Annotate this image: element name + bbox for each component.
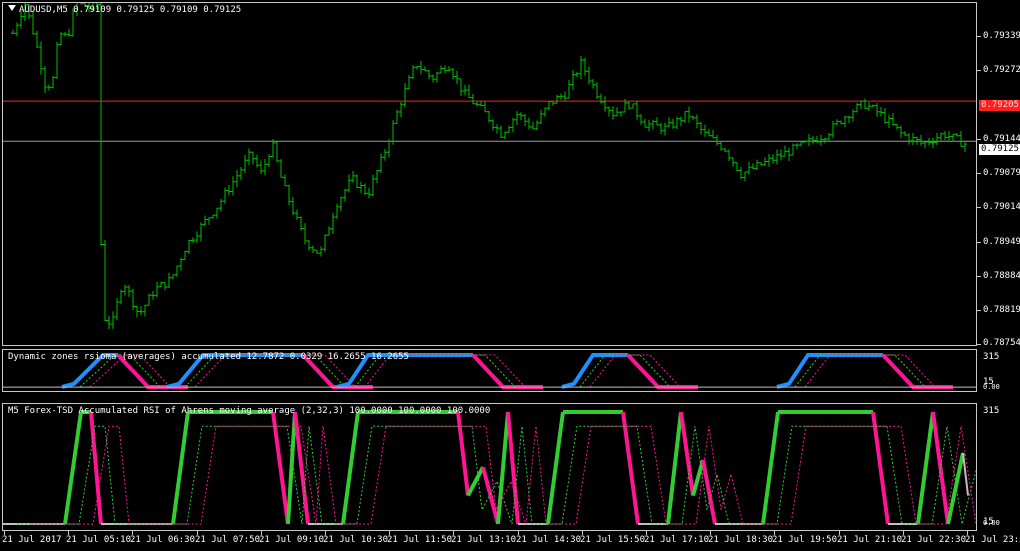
rsi-segment	[496, 411, 510, 525]
rsi-segment	[271, 411, 290, 525]
rsi-segment	[466, 466, 485, 497]
time-label: 21 Jul 17:10	[644, 535, 710, 545]
price-tick	[977, 139, 981, 140]
rsi-segment	[171, 411, 190, 525]
rsi-lines	[3, 410, 976, 525]
time-label: 21 Jul 11:50	[387, 535, 453, 545]
indicator1-axis-label: 315	[983, 352, 1000, 362]
price-label: 0.79014	[983, 202, 1020, 212]
up-zone-line	[561, 353, 628, 389]
time-label: 21 Jul 09:10	[259, 535, 325, 545]
price-tick	[977, 310, 981, 311]
indicator-title: M5 Forex-TSD Accumulated RSI of Ahrens m…	[8, 406, 491, 416]
ask-price-tag: 0.79205	[979, 100, 1020, 111]
rsi-segment	[871, 411, 890, 525]
bid-price-tag: 0.79125	[979, 144, 1020, 155]
price-label: 0.78949	[983, 237, 1020, 247]
indicator2-axis-label: 315	[983, 406, 1000, 416]
rsi-segment	[691, 459, 705, 497]
rsi-segment	[481, 466, 500, 525]
time-label: 21 Jul 15:50	[580, 535, 646, 545]
price-tick	[977, 344, 981, 345]
price-tick	[977, 276, 981, 277]
price-tick	[977, 207, 981, 208]
time-label: 21 Jul 14:30	[516, 535, 582, 545]
price-label: 0.78754	[983, 338, 1020, 348]
indicator-title: Dynamic zones rsioma (averages) accumula…	[8, 352, 409, 362]
time-label: 21 Jul 07:50	[195, 535, 261, 545]
time-label: 21 Jul 21:10	[837, 535, 903, 545]
time-label: 21 Jul 22:30	[901, 535, 967, 545]
price-axis[interactable]: 0.79339 0.79272 0.79144 0.79079 0.79014 …	[977, 2, 1020, 348]
time-label: 21 Jul 06:30	[130, 535, 196, 545]
rsi-segment	[546, 411, 565, 525]
rsi-segment	[506, 411, 520, 525]
price-bars-svg	[3, 3, 976, 330]
price-label: 0.79339	[983, 31, 1020, 41]
symbol-title: AUDUSD,M5 0.79109 0.79125 0.79109 0.7912…	[8, 5, 241, 15]
indicator1-axis: 315 15 0.00	[977, 349, 1020, 392]
price-tick	[977, 242, 981, 243]
signal-line	[804, 354, 936, 388]
price-chart-pane[interactable]: AUDUSD,M5 0.79109 0.79125 0.79109 0.7912…	[2, 2, 977, 346]
price-bars	[11, 3, 967, 330]
accumulated-rsi-svg	[3, 410, 976, 525]
rsi-segment	[666, 411, 683, 525]
price-tick	[977, 36, 981, 37]
price-label: 0.78819	[983, 305, 1020, 315]
indicator2-axis-label: 0.00	[983, 519, 1000, 527]
time-axis[interactable]: 21 Jul 2017 21 Jul 05:10 21 Jul 06:30 21 Ju…	[0, 531, 1020, 551]
rsi-signal-line	[17, 425, 976, 525]
rsi-segment	[701, 459, 717, 525]
indicator-pane-dynamic-zones[interactable]: Dynamic zones rsioma (averages) accumula…	[2, 349, 977, 392]
down-zone-line	[881, 353, 953, 389]
up-zone-line	[776, 353, 883, 389]
time-label: 21 Jul 05:10	[66, 535, 132, 545]
rsi-segment	[621, 411, 640, 525]
down-zone-line	[471, 353, 543, 389]
rsi-segment	[456, 411, 470, 496]
time-label: 21 Jul 10:30	[323, 535, 389, 545]
rsi-segment	[962, 452, 969, 496]
rsi-segment	[341, 411, 360, 525]
signal-line	[794, 354, 926, 388]
chart-menu-icon[interactable]	[8, 5, 16, 11]
rsi-segment	[89, 411, 103, 525]
time-label: 21 Jul 19:50	[772, 535, 838, 545]
price-label: 0.79079	[983, 168, 1020, 178]
time-label: 21 Jul 13:10	[451, 535, 517, 545]
down-zone-line	[626, 353, 698, 389]
price-tick	[977, 70, 981, 71]
rsi-segment	[286, 411, 297, 525]
indicator1-axis-label: 0.00	[983, 383, 1000, 391]
time-label: 21 Jul 23:50	[965, 535, 1020, 545]
rsi-segment	[761, 411, 780, 525]
price-label: 0.78884	[983, 271, 1020, 281]
price-tick	[977, 173, 981, 174]
time-label: 21 Jul 18:30	[708, 535, 774, 545]
rsi-segment	[916, 411, 935, 525]
rsi-segment	[63, 411, 83, 525]
indicator2-axis: 315 15 0.00	[977, 403, 1020, 531]
time-label: 21 Jul 2017	[2, 535, 62, 545]
indicator-pane-accumulated-rsi[interactable]: M5 Forex-TSD Accumulated RSI of Ahrens m…	[2, 403, 977, 531]
price-label: 0.79272	[983, 65, 1020, 75]
price-label: 0.79144	[983, 134, 1020, 144]
